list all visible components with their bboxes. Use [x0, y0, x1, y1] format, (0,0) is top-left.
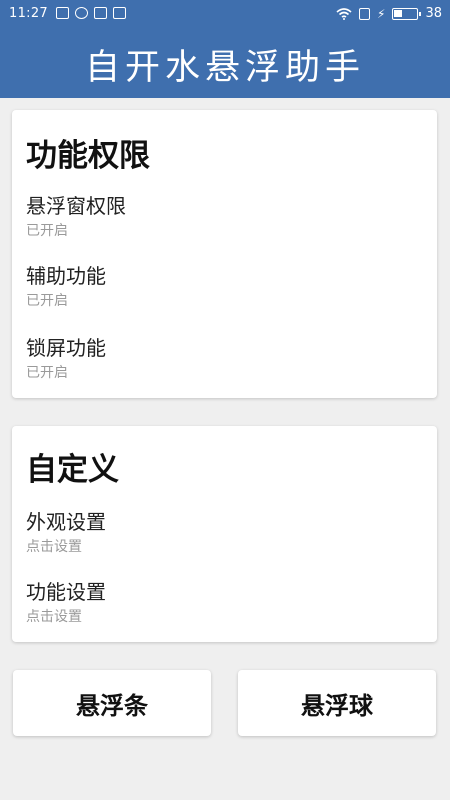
- app-header: 11:27 ⚡ 38 自开水悬浮助手: [0, 0, 450, 98]
- image-icon: [56, 7, 69, 19]
- appearance-settings-item[interactable]: 外观设置 点击设置: [26, 506, 421, 560]
- floating-ball-button[interactable]: 悬浮球: [238, 670, 436, 736]
- status-time: 11:27: [9, 6, 48, 21]
- wifi-icon: [336, 7, 352, 20]
- customize-card: 自定义 外观设置 点击设置 功能设置 点击设置: [12, 426, 437, 642]
- battery-icon: [392, 7, 422, 20]
- item-status: 点击设置: [26, 539, 82, 555]
- check-circle-icon: [75, 7, 88, 19]
- customize-title: 自定义: [26, 452, 119, 488]
- permissions-title: 功能权限: [26, 138, 150, 174]
- mail-icon: [113, 7, 126, 19]
- app-title: 自开水悬浮助手: [84, 47, 365, 88]
- function-settings-item[interactable]: 功能设置 点击设置: [26, 576, 421, 630]
- permissions-card: 功能权限 悬浮窗权限 已开启 辅助功能 已开启 锁屏功能 已开启: [12, 110, 437, 398]
- item-label: 功能设置: [26, 580, 106, 604]
- status-bar: 11:27 ⚡ 38: [0, 0, 450, 30]
- item-status: 已开启: [26, 223, 68, 239]
- item-label: 悬浮窗权限: [26, 194, 126, 218]
- item-label: 辅助功能: [26, 264, 106, 288]
- item-status: 已开启: [26, 365, 68, 381]
- battery-text: 38: [425, 6, 442, 21]
- phone-icon: [359, 7, 371, 20]
- notification-icons: [56, 7, 126, 19]
- battery-level: [394, 9, 403, 17]
- floating-bar-button[interactable]: 悬浮条: [13, 670, 211, 736]
- overlay-permission-item[interactable]: 悬浮窗权限 已开启: [26, 190, 421, 244]
- item-label: 锁屏功能: [26, 336, 106, 360]
- item-label: 外观设置: [26, 510, 106, 534]
- lock-screen-item[interactable]: 锁屏功能 已开启: [26, 332, 421, 386]
- accessibility-item[interactable]: 辅助功能 已开启: [26, 260, 421, 314]
- item-status: 已开启: [26, 293, 68, 309]
- system-icons: ⚡ 38: [336, 6, 442, 21]
- mail-icon: [94, 7, 107, 19]
- charging-icon: ⚡: [377, 6, 386, 21]
- item-status: 点击设置: [26, 609, 82, 625]
